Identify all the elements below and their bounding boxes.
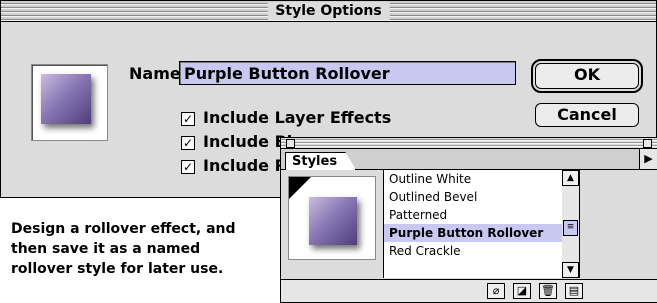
trash-icon[interactable]: 🗑 — [539, 283, 557, 299]
list-item[interactable]: Outline White — [384, 170, 562, 188]
scroll-down-arrow-icon[interactable]: ▼ — [562, 262, 579, 278]
list-item[interactable]: Red Crackle — [384, 242, 562, 260]
checkbox-checked-icon[interactable]: ✓ — [181, 111, 195, 126]
caption-line: Design a rollover effect, and — [11, 221, 236, 237]
checkbox-checked-icon[interactable]: ✓ — [181, 135, 195, 150]
checkbox-label: Include Bl — [203, 132, 293, 151]
checkbox-label: Include Layer Effects — [203, 108, 392, 127]
caption-line: then save it as a named — [11, 241, 201, 257]
cancel-button[interactable]: Cancel — [535, 103, 639, 127]
style-preview-swatch — [41, 74, 91, 124]
scroll-thumb[interactable]: ≡ — [563, 220, 578, 236]
palette-footer: ⌀ ◪ 🗑 ▤ — [281, 279, 657, 302]
palette-tab-bar: Styles ▶ — [281, 149, 657, 170]
clear-style-icon[interactable]: ⌀ — [487, 283, 505, 299]
zoom-box-icon[interactable] — [643, 139, 652, 148]
list-item-selected[interactable]: Purple Button Rollover — [384, 224, 562, 242]
caption-text: Design a rollover effect, and then save … — [11, 219, 261, 279]
tab-styles[interactable]: Styles — [285, 152, 357, 170]
new-style-icon[interactable]: ◪ — [513, 283, 531, 299]
caption-line: rollover style for later use. — [11, 261, 224, 277]
dialog-title: Style Options — [267, 2, 390, 20]
include-layer-effects-checkbox[interactable]: ✓ Include Layer Effects — [181, 108, 391, 127]
ok-button[interactable]: OK — [531, 59, 643, 93]
list-item[interactable]: Patterned — [384, 206, 562, 224]
dialog-title-bar[interactable]: Style Options — [1, 1, 656, 22]
list-scrollbar[interactable]: ▲ ≡ ▼ — [562, 170, 580, 278]
palette-title-bar[interactable] — [281, 138, 657, 149]
list-item[interactable]: Outlined Bevel — [384, 188, 562, 206]
include-blending-checkbox[interactable]: ✓ Include Bl — [181, 132, 292, 151]
palette-menu-arrow-icon[interactable]: ▶ — [639, 149, 657, 169]
palette-style-preview — [288, 176, 376, 260]
corner-triangle-icon — [289, 177, 311, 199]
palette-options-icon[interactable]: ▤ — [565, 283, 583, 299]
scroll-up-arrow-icon[interactable]: ▲ — [562, 170, 579, 186]
name-input[interactable]: Purple Button Rollover — [179, 61, 516, 85]
style-preview — [31, 64, 108, 141]
palette-preview-swatch — [309, 197, 357, 245]
styles-palette: Styles ▶ Outline White Outlined Bevel Pa… — [280, 137, 657, 303]
styles-list[interactable]: Outline White Outlined Bevel Patterned P… — [383, 170, 563, 278]
palette-body: Outline White Outlined Bevel Patterned P… — [281, 170, 657, 280]
close-box-icon[interactable] — [286, 139, 295, 148]
checkbox-checked-icon[interactable]: ✓ — [181, 159, 195, 174]
